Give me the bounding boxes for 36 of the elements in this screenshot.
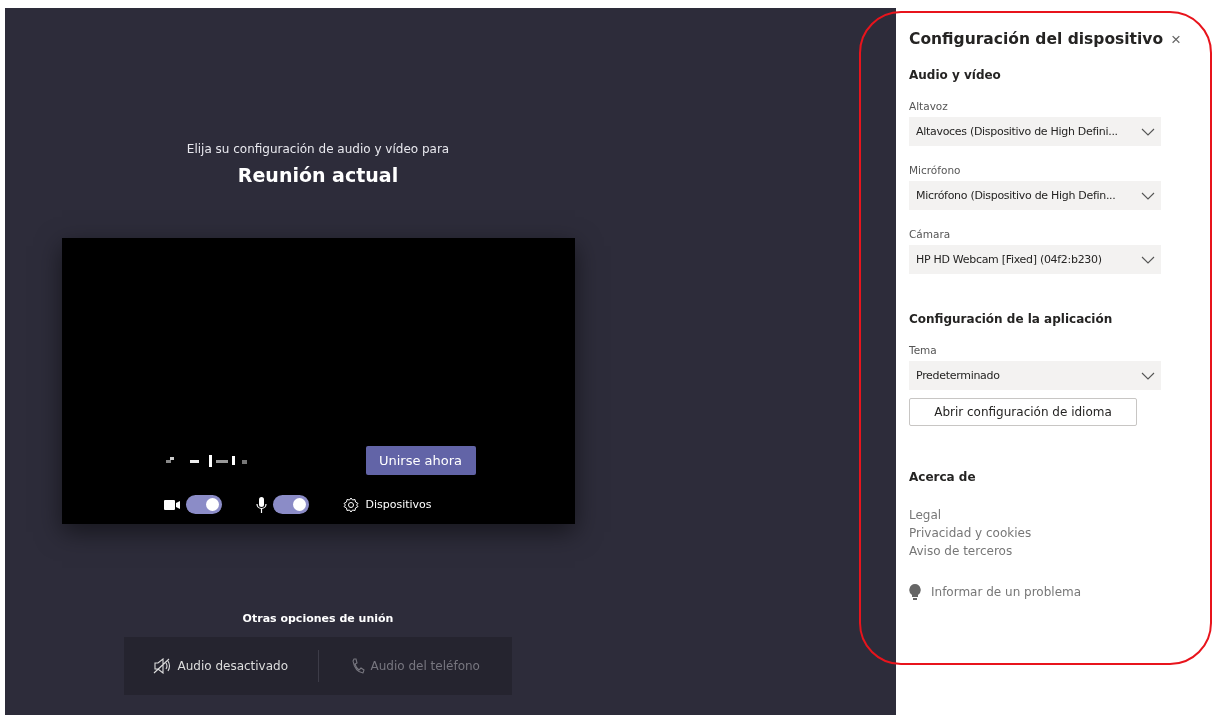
language-settings-button[interactable]: Abrir configuración de idioma bbox=[909, 398, 1137, 426]
phone-icon bbox=[350, 658, 365, 674]
devices-button[interactable]: Dispositivos bbox=[343, 496, 432, 513]
join-now-button[interactable]: Unirse ahora bbox=[365, 446, 476, 475]
other-options-heading: Otras opciones de unión bbox=[242, 612, 394, 625]
device-dropdown[interactable]: HP HD Webcam [Fixed] (04f2:b230) bbox=[909, 245, 1161, 274]
meeting-title: Reunión actual bbox=[237, 164, 399, 186]
chevron-down-icon bbox=[1141, 255, 1155, 264]
settings-icon bbox=[343, 496, 360, 513]
close-button[interactable]: × bbox=[1171, 30, 1181, 48]
prompt-text: Elija su configuración de audio y vídeo para bbox=[186, 142, 450, 156]
speaker-muted-icon bbox=[153, 658, 172, 674]
camera-toggle[interactable] bbox=[186, 495, 223, 514]
field-label: Tema bbox=[909, 344, 938, 356]
about-link[interactable]: Privacidad y cookies bbox=[909, 524, 1032, 542]
lightbulb-icon bbox=[909, 584, 921, 600]
panel-title: Configuración del dispositivo bbox=[909, 30, 1164, 48]
device-dropdown[interactable]: Altavoces (Dispositivo de High Defini... bbox=[909, 117, 1161, 146]
report-problem-button[interactable]: Informar de un problema bbox=[909, 584, 1082, 600]
microphone-toggle[interactable] bbox=[273, 495, 310, 514]
device-dropdown[interactable]: Predeterminado bbox=[909, 361, 1161, 390]
field-label: Cámara bbox=[909, 228, 952, 240]
chevron-down-icon bbox=[1141, 127, 1155, 136]
about-link[interactable]: Legal bbox=[909, 506, 942, 524]
chevron-down-icon bbox=[1141, 191, 1155, 200]
section-heading: Acerca de bbox=[909, 470, 977, 484]
device-dropdown[interactable]: Micrófono (Dispositivo de High Defin... bbox=[909, 181, 1161, 210]
microphone-icon bbox=[256, 496, 268, 513]
about-link[interactable]: Aviso de terceros bbox=[909, 542, 1013, 560]
field-label: Micrófono bbox=[909, 164, 962, 176]
section-heading: Configuración de la aplicación bbox=[909, 312, 1114, 326]
field-label: Altavoz bbox=[909, 100, 949, 112]
chevron-down-icon bbox=[1141, 371, 1155, 380]
section-heading: Audio y vídeo bbox=[909, 68, 1002, 82]
audio-off-option[interactable]: Audio desactivado bbox=[124, 637, 318, 695]
camera-icon bbox=[164, 499, 181, 510]
